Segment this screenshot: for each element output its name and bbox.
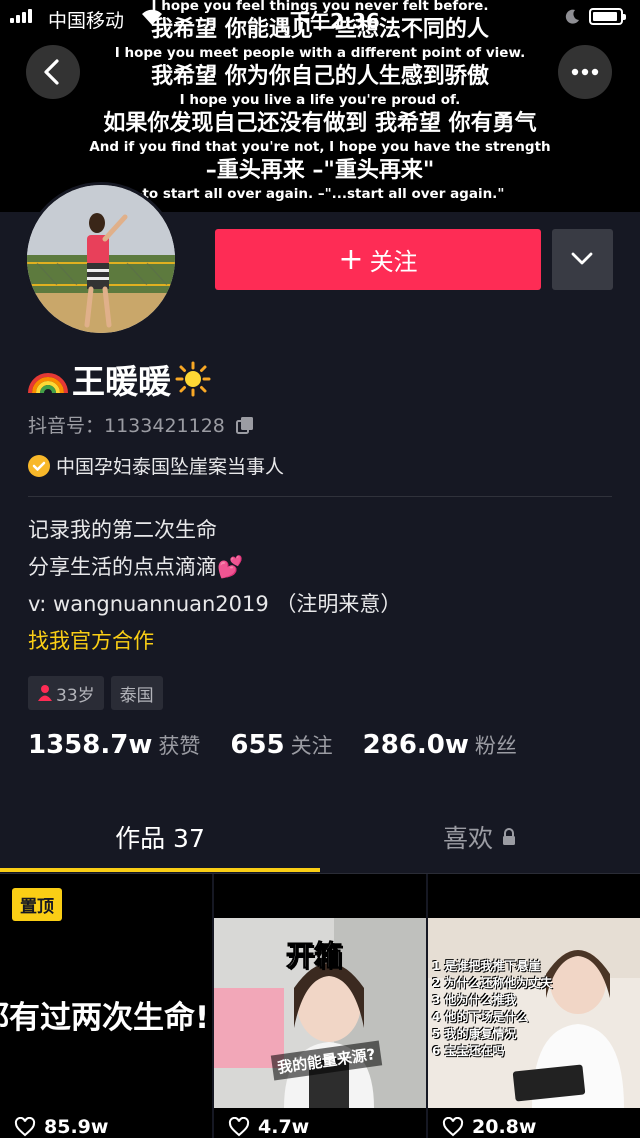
tab-works[interactable]: 作品 37 xyxy=(0,800,320,874)
rainbow-emoji-icon xyxy=(28,373,68,394)
battery-icon xyxy=(589,8,626,25)
video-like-count: 85.9w xyxy=(14,1116,108,1138)
lyric-zh-line: 如果你发现自己还没有做到 我希望 你有勇气 xyxy=(103,111,537,136)
carrier-name: 中国移动 xyxy=(48,10,125,32)
cover-list-item: 3 他为什么推我 xyxy=(432,993,517,1007)
video-like-text: 85.9w xyxy=(44,1116,109,1138)
video-like-text: 4.7w xyxy=(258,1116,310,1138)
more-dots-icon xyxy=(571,68,599,76)
video-like-count: 20.8w xyxy=(442,1116,536,1138)
sun-emoji-icon xyxy=(175,361,211,397)
likes-label: 获赞 xyxy=(158,734,201,758)
content-tabs: 作品 37 喜欢 xyxy=(0,800,640,874)
bio-line: 分享生活的点点滴滴💕 xyxy=(28,555,244,579)
verification-line: 中国孕妇泰国坠崖案当事人 xyxy=(28,452,284,479)
bio-line: v: wangnuannuan2019 （注明来意） xyxy=(28,592,402,616)
tab-likes-label: 喜欢 xyxy=(442,824,493,853)
location-tag: 泰国 xyxy=(110,676,163,710)
divider xyxy=(28,496,612,497)
signal-icon xyxy=(10,9,32,23)
plus-icon: + xyxy=(338,241,364,277)
more-options-button[interactable] xyxy=(558,45,612,99)
profile-tags: 33岁 泰国 xyxy=(28,676,163,710)
profile-name-text: 王暖暖 xyxy=(72,362,171,401)
lyric-en-line: I hope you live a life you're proud of. xyxy=(179,92,461,108)
profile-name: 王暖暖 xyxy=(28,355,211,403)
cover-list-item: 4 他的下场是什么 xyxy=(432,1010,529,1024)
female-icon xyxy=(38,685,52,701)
followers-label[interactable]: 粉丝 xyxy=(475,730,517,760)
heart-icon xyxy=(442,1117,464,1137)
chevron-left-icon xyxy=(44,59,59,85)
recommend-dropdown-button[interactable] xyxy=(552,229,613,290)
profile-bio: 记录我的第二次生命 分享生活的点点滴滴💕 v: wangnuannuan2019… xyxy=(28,512,401,660)
video-title-text: 开箱 xyxy=(285,939,343,973)
profile-stats: 1358.7w 获赞 655 关注 286.0w 粉丝 xyxy=(28,730,517,760)
cover-list-item: 1 是谁把我推下悬崖 xyxy=(432,959,541,973)
lyric-zh-line: 我希望 你为你自己的人生感到骄傲 xyxy=(151,64,489,89)
moon-icon xyxy=(565,9,579,24)
video-thumbnail[interactable]: 开箱 我的能量来源? 4.7w xyxy=(214,874,426,1138)
following-count[interactable]: 655 xyxy=(230,730,284,760)
location-tag-text: 泰国 xyxy=(119,685,154,706)
followers-count[interactable]: 286.0w xyxy=(363,730,469,760)
video-cover-list: 1 是谁把我推下悬崖 2 为什么还称他为丈夫 3 他为什么推我 4 他的下场是什… xyxy=(432,958,553,1060)
bio-line: 记录我的第二次生命 xyxy=(28,518,217,542)
douyin-id: 抖音号：1133421128 xyxy=(28,411,255,438)
lyric-en-line: I hope you meet people with a different … xyxy=(114,45,526,61)
video-thumbnail[interactable]: 1 是谁把我推下悬崖 2 为什么还称他为丈夫 3 他为什么推我 4 他的下场是什… xyxy=(428,874,640,1138)
avatar[interactable] xyxy=(24,182,178,336)
video-cover-text: 都有过两次生命! xyxy=(0,1000,210,1036)
likes-count: 1358.7w xyxy=(28,730,153,760)
video-grid: 置顶 都有过两次生命! 85.9w 开箱 我的能量来源? 4.7w 1 是谁把我… xyxy=(0,874,640,1138)
age-tag: 33岁 xyxy=(28,676,104,710)
wifi-icon xyxy=(142,9,162,25)
heart-icon xyxy=(14,1117,36,1137)
header-banner: I hope you feel things you never felt be… xyxy=(0,0,640,212)
copy-icon[interactable] xyxy=(235,415,255,435)
douyin-id-text: 抖音号：1133421128 xyxy=(28,415,225,437)
cover-list-item: 6 宝宝还在吗 xyxy=(432,1044,505,1058)
follow-button[interactable]: + 关注 xyxy=(215,229,541,290)
pinned-badge: 置顶 xyxy=(12,888,62,921)
verification-text: 中国孕妇泰国坠崖案当事人 xyxy=(56,456,285,478)
cooperation-link[interactable]: 找我官方合作 xyxy=(28,623,401,660)
status-bar: 中国移动 下午2:36 xyxy=(0,0,640,36)
cover-list-item: 2 为什么还称他为丈夫 xyxy=(432,976,553,990)
chevron-down-icon xyxy=(571,252,593,265)
lock-icon xyxy=(503,828,515,845)
cover-list-item: 5 我的康复情况 xyxy=(432,1027,517,1041)
heart-icon xyxy=(228,1117,250,1137)
verified-badge-icon xyxy=(28,454,50,477)
status-time: 下午2:36 xyxy=(290,9,380,33)
avatar-photo xyxy=(27,185,175,333)
lyric-zh-line: –重头再来 –"重头再来" xyxy=(205,158,435,183)
back-button[interactable] xyxy=(26,45,80,99)
tab-likes[interactable]: 喜欢 xyxy=(320,800,640,874)
follow-label: 关注 xyxy=(369,248,418,276)
video-like-text: 20.8w xyxy=(472,1116,537,1138)
tab-active-indicator xyxy=(0,868,320,872)
tab-works-label: 作品 37 xyxy=(115,824,205,853)
lyric-en-line: And if you find that you're not, I hope … xyxy=(89,139,551,155)
age-tag-text: 33岁 xyxy=(56,685,95,706)
following-label[interactable]: 关注 xyxy=(291,730,333,760)
video-thumbnail[interactable]: 置顶 都有过两次生命! 85.9w xyxy=(0,874,212,1138)
video-like-count: 4.7w xyxy=(228,1116,309,1138)
